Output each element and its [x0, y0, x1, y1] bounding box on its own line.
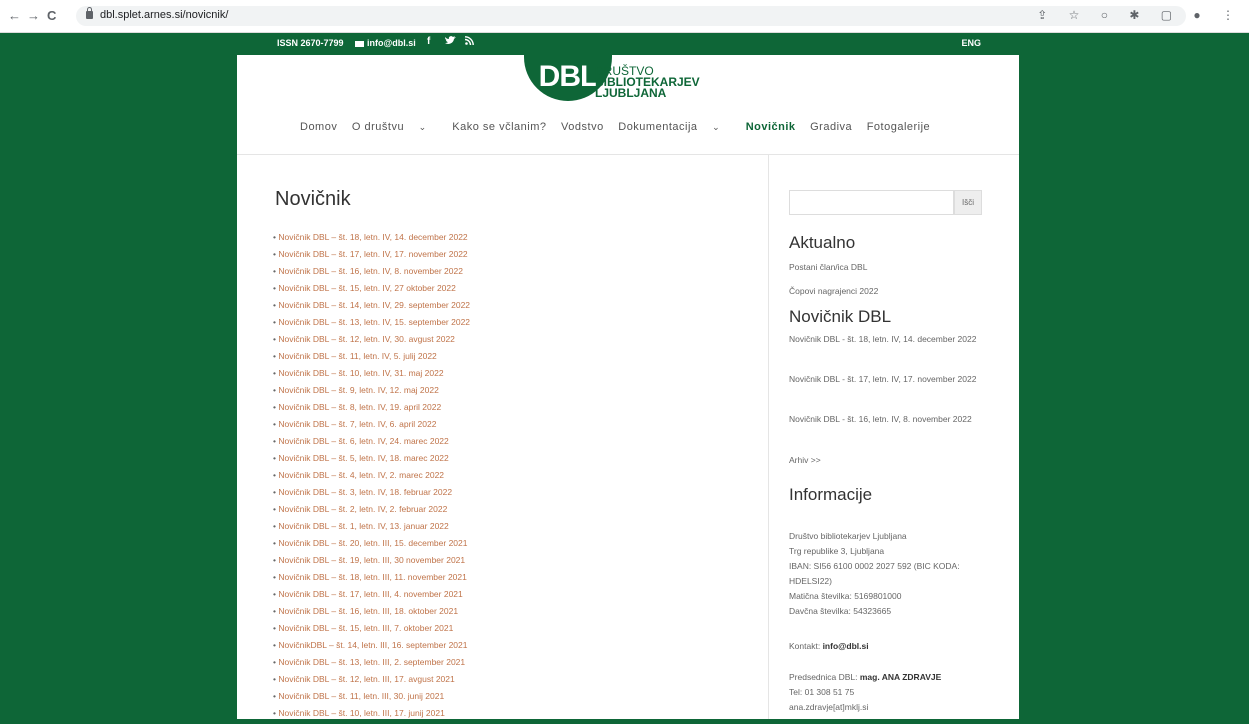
newsletter-link[interactable]: Novičnik DBL – št. 15, letn. III, 7. okt…: [273, 622, 470, 639]
newsletter-list: Novičnik DBL – št. 18, letn. IV, 14. dec…: [273, 231, 470, 724]
sidebar-newsletter-link[interactable]: Novičnik DBL - št. 17, letn. IV, 17. nov…: [789, 372, 979, 387]
mail-icon: [355, 40, 364, 47]
sidebar-link-postani-clan[interactable]: Postani član/ica DBL: [789, 260, 979, 275]
email-link[interactable]: info@dbl.si: [355, 38, 416, 48]
sidebar-link-copovi-nagrajenci[interactable]: Čopovi nagrajenci 2022: [789, 284, 979, 299]
archive-link[interactable]: Arhiv >>: [789, 453, 979, 468]
logo-text[interactable]: DRUŠTVO BIBLIOTEKARJEV LJUBLJANA: [595, 65, 700, 100]
novicnik-dbl-heading: Novičnik DBL: [789, 307, 892, 326]
newsletter-link[interactable]: Novičnik DBL – št. 19, letn. III, 30 nov…: [273, 554, 470, 571]
email-text: info@dbl.si: [367, 38, 416, 48]
contact-label: Kontakt:: [789, 641, 823, 651]
president-name: mag. ANA ZDRAVJE: [859, 672, 942, 682]
nav-item-vodstvo[interactable]: Vodstvo: [561, 121, 604, 133]
info-block: Društvo bibliotekarjev Ljubljana Trg rep…: [789, 529, 979, 619]
nav-item-label: Dokumentacija: [618, 121, 698, 133]
address-bar[interactable]: dbl.splet.arnes.si/novicnik/: [76, 6, 1186, 26]
info-line: Društvo bibliotekarjev Ljubljana: [789, 531, 907, 541]
toolbar-extension-icons[interactable]: ⇪ ☆ ○ ✱ ▢ ● ⋮: [1037, 8, 1243, 22]
back-icon[interactable]: ←: [8, 8, 21, 24]
info-line: Davčna številka: 54323665: [789, 606, 892, 616]
newsletter-link[interactable]: Novičnik DBL – št. 15, letn. IV, 27 okto…: [273, 282, 470, 299]
info-line: Matična številka: 5169801000: [789, 591, 902, 601]
main-navigation: Domov O društvu ⌄ Kako se včlanim? Vodst…: [300, 121, 941, 133]
newsletter-link[interactable]: Novičnik DBL – št. 2, letn. IV, 2. febru…: [273, 503, 470, 520]
top-info-bar: ISSN 2670-7799 info@dbl.si f ENG: [237, 33, 1019, 55]
newsletter-link[interactable]: Novičnik DBL – št. 20, letn. III, 15. de…: [273, 537, 470, 554]
nav-item-novicnik[interactable]: Novičnik: [746, 121, 796, 133]
lock-icon: [86, 7, 93, 19]
info-line: Trg republike 3, Ljubljana: [789, 546, 885, 556]
newsletter-link[interactable]: Novičnik DBL – št. 1, letn. IV, 13. janu…: [273, 520, 470, 537]
newsletter-link[interactable]: Novičnik DBL – št. 9, letn. IV, 12. maj …: [273, 384, 470, 401]
search-button[interactable]: Išči: [954, 190, 982, 215]
nav-item-dokumentacija[interactable]: Dokumentacija ⌄: [618, 121, 731, 133]
newsletter-link[interactable]: Novičnik DBL – št. 16, letn. III, 18. ok…: [273, 605, 470, 622]
newsletter-link[interactable]: Novičnik DBL – št. 12, letn. IV, 30. avg…: [273, 333, 470, 350]
reload-icon[interactable]: C: [47, 8, 56, 24]
newsletter-link[interactable]: Novičnik DBL – št. 10, letn. III, 17. ju…: [273, 707, 470, 724]
newsletter-link[interactable]: Novičnik DBL – št. 13, letn. IV, 15. sep…: [273, 316, 470, 333]
contact-email[interactable]: info@dbl.si: [823, 641, 869, 651]
newsletter-link[interactable]: Novičnik DBL – št. 17, letn. III, 4. nov…: [273, 588, 470, 605]
newsletter-link[interactable]: Novičnik DBL – št. 18, letn. IV, 14. dec…: [273, 231, 470, 248]
president-block: Predsednica DBL: mag. ANA ZDRAVJE Tel: 0…: [789, 670, 979, 715]
nav-item-domov[interactable]: Domov: [300, 121, 337, 133]
browser-toolbar: ← → C dbl.splet.arnes.si/novicnik/ ⇪ ☆ ○…: [0, 0, 1249, 33]
nav-item-o-drustvu[interactable]: O društvu ⌄: [352, 121, 438, 133]
sidebar-newsletter-link[interactable]: Novičnik DBL - št. 18, letn. IV, 14. dec…: [789, 332, 979, 347]
newsletter-link[interactable]: Novičnik DBL – št. 4, letn. IV, 2. marec…: [273, 469, 470, 486]
newsletter-link[interactable]: NovičnikDBL – št. 14, letn. III, 16. sep…: [273, 639, 470, 656]
president-phone: Tel: 01 308 51 75: [789, 687, 855, 697]
issn-text: ISSN 2670-7799: [277, 38, 344, 48]
newsletter-link[interactable]: Novičnik DBL – št. 8, letn. IV, 19. apri…: [273, 401, 470, 418]
twitter-icon[interactable]: [445, 36, 456, 47]
president-label: Predsednica DBL:: [789, 672, 860, 682]
forward-icon[interactable]: →: [27, 8, 40, 24]
page-title: Novičnik: [275, 188, 351, 210]
contact-line: Kontakt: info@dbl.si: [789, 639, 979, 654]
chevron-down-icon: ⌄: [712, 122, 721, 132]
search-input[interactable]: [789, 190, 954, 215]
newsletter-link[interactable]: Novičnik DBL – št. 17, letn. IV, 17. nov…: [273, 248, 470, 265]
site-header: DBL DRUŠTVO BIBLIOTEKARJEV LJUBLJANA Dom…: [237, 55, 1019, 155]
chevron-down-icon: ⌄: [418, 122, 427, 132]
informacije-heading: Informacije: [789, 485, 873, 504]
nav-item-label: O društvu: [351, 121, 405, 133]
nav-item-fotogalerije[interactable]: Fotogalerije: [867, 121, 930, 133]
nav-item-gradiva[interactable]: Gradiva: [810, 121, 852, 133]
rss-icon[interactable]: [464, 36, 474, 48]
newsletter-link[interactable]: Novičnik DBL – št. 3, letn. IV, 18. febr…: [273, 486, 470, 503]
newsletter-link[interactable]: Novičnik DBL – št. 5, letn. IV, 18. mare…: [273, 452, 470, 469]
newsletter-link[interactable]: Novičnik DBL – št. 18, letn. III, 11. no…: [273, 571, 470, 588]
president-email: ana.zdravje[at]mklj.si: [789, 702, 869, 712]
page-container: DBL DRUŠTVO BIBLIOTEKARJEV LJUBLJANA Dom…: [237, 55, 1019, 719]
content-divider: [768, 154, 769, 719]
newsletter-link[interactable]: Novičnik DBL – št. 14, letn. IV, 29. sep…: [273, 299, 470, 316]
logo-line-3: LJUBLJANA: [595, 86, 667, 100]
info-line: IBAN: SI56 6100 0002 2027 592 (BIC KODA:…: [789, 561, 960, 586]
aktualno-heading: Aktualno: [789, 233, 856, 252]
facebook-icon[interactable]: f: [427, 36, 430, 47]
newsletter-link[interactable]: Novičnik DBL – št. 11, letn. IV, 5. juli…: [273, 350, 470, 367]
sidebar-newsletter-link[interactable]: Novičnik DBL - št. 16, letn. IV, 8. nove…: [789, 412, 979, 427]
newsletter-link[interactable]: Novičnik DBL – št. 10, letn. IV, 31. maj…: [273, 367, 470, 384]
newsletter-link[interactable]: Novičnik DBL – št. 6, letn. IV, 24. mare…: [273, 435, 470, 452]
newsletter-link[interactable]: Novičnik DBL – št. 7, letn. IV, 6. april…: [273, 418, 470, 435]
nav-item-kako-se-vclanim[interactable]: Kako se včlanim?: [452, 121, 546, 133]
newsletter-link[interactable]: Novičnik DBL – št. 12, letn. III, 17. av…: [273, 673, 470, 690]
url-text: dbl.splet.arnes.si/novicnik/: [100, 9, 229, 21]
newsletter-link[interactable]: Novičnik DBL – št. 11, letn. III, 30. ju…: [273, 690, 470, 707]
newsletter-link[interactable]: Novičnik DBL – št. 13, letn. III, 2. sep…: [273, 656, 470, 673]
newsletter-link[interactable]: Novičnik DBL – št. 16, letn. IV, 8. nove…: [273, 265, 470, 282]
language-switch-eng[interactable]: ENG: [961, 38, 981, 48]
